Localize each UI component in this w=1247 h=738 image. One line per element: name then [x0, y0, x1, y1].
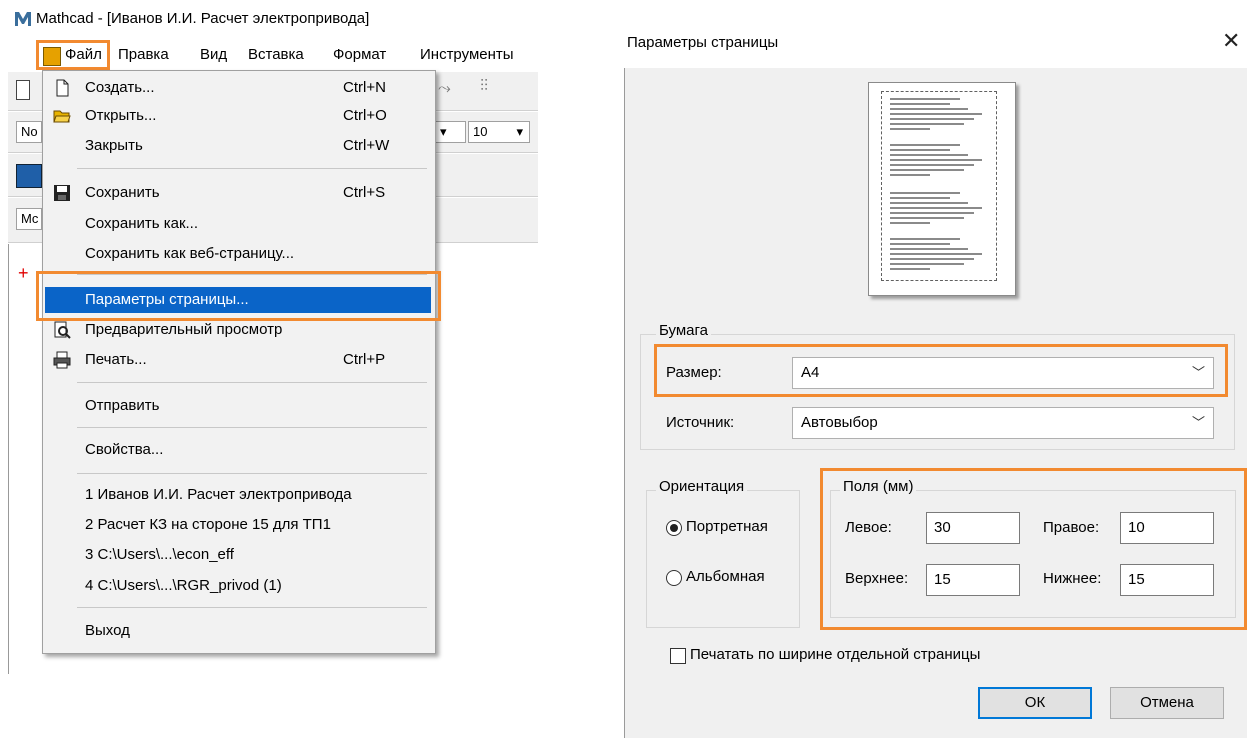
menu-item-save-as[interactable]: Сохранить как... — [43, 211, 435, 237]
new-toolbar-icon[interactable] — [16, 80, 30, 100]
close-icon[interactable]: ✕ — [1222, 30, 1240, 52]
top-margin-label: Верхнее: — [845, 570, 909, 587]
menu-item-label: 3 C:\Users\...\econ_eff — [85, 546, 234, 563]
right-margin-label: Правое: — [1043, 519, 1100, 536]
menu-item-label: 2 Расчет КЗ на стороне 15 для ТП1 — [85, 516, 331, 533]
landscape-radio[interactable] — [666, 570, 682, 586]
menu-file[interactable]: Файл — [36, 40, 110, 70]
menu-separator — [77, 607, 427, 608]
menu-item-label: 4 C:\Users\...\RGR_privod (1) — [85, 577, 282, 594]
landscape-label[interactable]: Альбомная — [686, 568, 765, 585]
print-preview-icon — [54, 321, 71, 339]
orientation-group-caption: Ориентация — [656, 478, 748, 495]
fit-width-checkbox[interactable] — [670, 648, 686, 664]
app-title: Mathcad - [Иванов И.И. Расчет электропри… — [36, 10, 370, 27]
menu-item-recent-1[interactable]: 1 Иванов И.И. Расчет электропривода — [43, 482, 435, 508]
menu-item-send[interactable]: Отправить — [43, 393, 435, 419]
menu-item-label: Сохранить как... — [85, 215, 199, 232]
align-icon[interactable]: ⫶⫶ — [480, 78, 488, 96]
orientation-group — [646, 490, 800, 628]
mathcad-logo-icon — [15, 12, 31, 27]
menu-item-exit[interactable]: Выход — [43, 618, 435, 644]
style-select[interactable]: Mc — [16, 208, 42, 230]
menu-item-label: Открыть... — [85, 107, 157, 124]
size-highlight — [654, 344, 1228, 397]
top-margin-input[interactable]: 15 — [926, 564, 1020, 596]
menu-item-shortcut: Ctrl+W — [343, 137, 390, 154]
portrait-radio[interactable] — [666, 520, 682, 536]
bottom-margin-input[interactable]: 15 — [1120, 564, 1214, 596]
menu-tools[interactable]: Инструменты — [420, 44, 514, 66]
font-name-select[interactable]: No — [16, 121, 42, 143]
menu-item-recent-3[interactable]: 3 C:\Users\...\econ_eff — [43, 542, 435, 568]
page-setup-highlight — [36, 271, 441, 321]
menu-item-print[interactable]: Печать... Ctrl+P — [43, 347, 435, 373]
menu-item-label: Создать... — [85, 79, 155, 96]
menu-item-label: Сохранить — [85, 184, 160, 201]
menu-item-recent-4[interactable]: 4 C:\Users\...\RGR_privod (1) — [43, 573, 435, 599]
menu-item-shortcut: Ctrl+P — [343, 351, 386, 368]
calculator-icon[interactable] — [16, 164, 42, 188]
file-menu-icon — [43, 47, 61, 66]
paper-group-caption: Бумага — [656, 322, 711, 339]
menu-item-save[interactable]: Сохранить Ctrl+S — [43, 180, 435, 206]
menu-item-label: Свойства... — [85, 441, 164, 458]
menu-item-save-as-web[interactable]: Сохранить как веб-страницу... — [43, 241, 435, 267]
source-label: Источник: — [666, 414, 735, 431]
menu-item-properties[interactable]: Свойства... — [43, 437, 435, 463]
menu-item-shortcut: Ctrl+S — [343, 184, 386, 201]
bottom-margin-label: Нижнее: — [1043, 570, 1102, 587]
redo-icon[interactable]: ⤳ — [438, 80, 451, 98]
menu-separator — [77, 473, 427, 474]
menu-separator — [77, 168, 427, 169]
open-folder-icon — [53, 110, 71, 123]
menu-item-new[interactable]: Создать... Ctrl+N — [43, 75, 435, 101]
menu-item-label: Закрыть — [85, 137, 143, 154]
menu-file-label: Файл — [65, 46, 102, 63]
menu-view[interactable]: Вид — [200, 44, 227, 66]
font-size-select[interactable]: 10 ▾ — [468, 121, 530, 143]
paper-source-select[interactable]: Автовыбор ﹀ — [792, 407, 1214, 439]
menu-item-label: Выход — [85, 622, 130, 639]
margins-highlight — [820, 468, 1247, 630]
file-menu-dropdown: Создать... Ctrl+N Открыть... Ctrl+O Закр… — [42, 70, 436, 654]
portrait-label[interactable]: Портретная — [686, 518, 768, 535]
new-document-icon — [56, 79, 69, 97]
menu-insert[interactable]: Вставка — [248, 44, 304, 66]
menu-item-shortcut: Ctrl+N — [343, 79, 386, 96]
page-preview-margins — [881, 91, 997, 281]
menu-item-label: Печать... — [85, 351, 147, 368]
right-margin-input[interactable]: 10 — [1120, 512, 1214, 544]
menu-item-label: Сохранить как веб-страницу... — [85, 245, 295, 262]
menu-item-close[interactable]: Закрыть Ctrl+W — [43, 133, 435, 159]
chevron-down-icon: ▾ — [516, 124, 523, 139]
menu-item-recent-2[interactable]: 2 Расчет КЗ на стороне 15 для ТП1 — [43, 512, 435, 538]
ok-button[interactable]: ОК — [978, 687, 1092, 719]
paper-source-value: Автовыбор — [801, 414, 878, 431]
left-margin-input[interactable]: 30 — [926, 512, 1020, 544]
menu-item-label: 1 Иванов И.И. Расчет электропривода — [85, 486, 352, 503]
menu-item-label: Отправить — [85, 397, 160, 414]
menu-separator — [77, 382, 427, 383]
left-margin-label: Левое: — [845, 519, 892, 536]
dialog-title: Параметры страницы — [627, 34, 779, 51]
menu-format[interactable]: Формат — [333, 44, 386, 66]
menu-item-shortcut: Ctrl+O — [343, 107, 387, 124]
save-disk-icon — [54, 185, 70, 201]
app-title-bar: Mathcad - [Иванов И.И. Расчет электропри… — [14, 8, 369, 30]
fit-width-label[interactable]: Печатать по ширине отдельной страницы — [690, 646, 980, 663]
font-select-arrow[interactable]: ▾ — [436, 121, 466, 143]
crosshair-cursor-icon: + — [18, 263, 29, 283]
menu-separator — [77, 427, 427, 428]
cancel-button[interactable]: Отмена — [1110, 687, 1224, 719]
font-size-value: 10 — [473, 124, 488, 139]
menu-edit[interactable]: Правка — [118, 44, 169, 66]
menu-item-open[interactable]: Открыть... Ctrl+O — [43, 103, 435, 129]
printer-icon — [53, 351, 71, 369]
chevron-down-icon: ﹀ — [1191, 415, 1205, 430]
